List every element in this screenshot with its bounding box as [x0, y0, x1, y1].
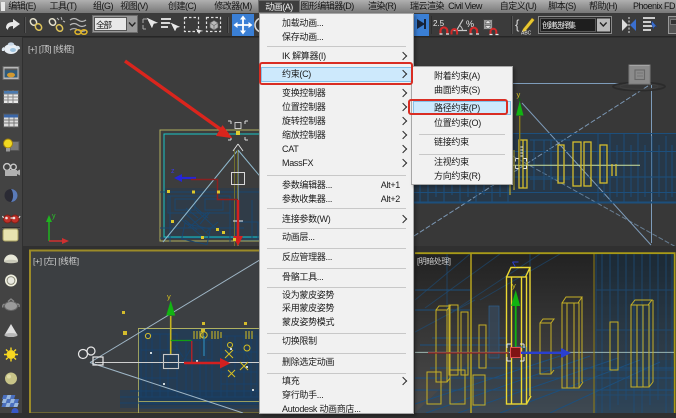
- svg-text:y: y: [167, 292, 171, 301]
- svg-text:y: y: [517, 90, 521, 99]
- svg-text:y: y: [52, 213, 56, 220]
- svg-text:z: z: [171, 168, 175, 175]
- svg-text:y: y: [512, 281, 516, 290]
